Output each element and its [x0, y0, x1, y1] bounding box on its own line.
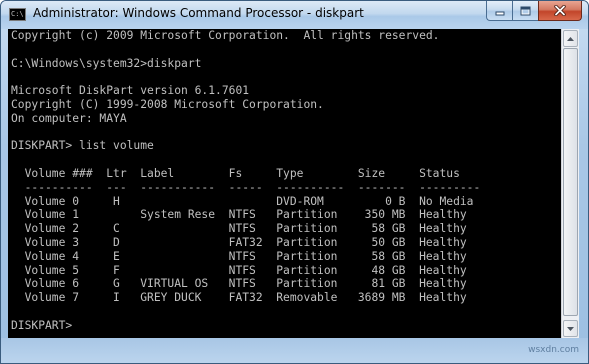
console-line: C:\Windows\system32>diskpart — [11, 56, 202, 70]
console-line — [8, 43, 561, 57]
console-line: Microsoft DiskPart version 6.1.7601 — [11, 84, 250, 98]
minimize-icon — [495, 11, 504, 15]
console-line: On computer: MAYA — [11, 111, 127, 125]
volume-table-header: Volume ### Ltr Label Fs Type Size Status — [11, 166, 460, 180]
console-output-area[interactable]: Copyright (c) 2009 Microsoft Corporation… — [8, 29, 561, 338]
maximize-button[interactable] — [512, 1, 538, 21]
caption-buttons — [486, 1, 582, 21]
console-line — [8, 70, 561, 84]
window-bottom-border — [1, 338, 588, 363]
close-icon — [554, 5, 566, 16]
scroll-down-button[interactable] — [563, 320, 578, 337]
console-line — [8, 126, 561, 140]
arrow-down-icon — [567, 326, 574, 331]
volume-table-row: Volume 1 System Rese NTFS Partition 350 … — [11, 208, 467, 222]
minimize-button[interactable] — [486, 1, 512, 21]
console-line — [8, 305, 561, 319]
volume-table-separator: ---------- --- ----------- ----- -------… — [11, 180, 481, 194]
arrow-up-icon — [567, 36, 574, 41]
close-button[interactable] — [538, 1, 582, 21]
console-line: DISKPART> list volume — [11, 139, 154, 153]
console-app-icon[interactable]: C:\ — [9, 8, 26, 21]
volume-table-row: Volume 5 F NTFS Partition 48 GB Healthy — [11, 263, 467, 277]
volume-table-row: Volume 3 D FAT32 Partition 50 GB Healthy — [11, 235, 467, 249]
vertical-scrollbar[interactable] — [561, 29, 579, 338]
volume-table-row: Volume 6 G VIRTUAL OS NTFS Partition 81 … — [11, 277, 467, 291]
console-line: Copyright (C) 1999-2008 Microsoft Corpor… — [11, 97, 324, 111]
title-bar[interactable]: C:\ Administrator: Windows Command Proce… — [1, 1, 588, 29]
console-line: Copyright (c) 2009 Microsoft Corporation… — [11, 29, 440, 42]
volume-table-row: Volume 7 I GREY DUCK FAT32 Removable 368… — [11, 291, 467, 305]
console-line — [8, 153, 561, 167]
maximize-icon — [520, 6, 531, 15]
command-prompt-line[interactable]: DISKPART> — [8, 319, 561, 333]
volume-table-row: Volume 4 E NTFS Partition 58 GB Healthy — [11, 249, 467, 263]
scroll-up-button[interactable] — [563, 30, 578, 47]
volume-table-row: Volume 2 C NTFS Partition 58 GB Healthy — [11, 222, 467, 236]
watermark-text: wsxdn.com — [528, 345, 579, 355]
volume-table-row: Volume 0 H DVD-ROM 0 B No Media — [11, 194, 474, 208]
window-title: Administrator: Windows Command Processor… — [33, 6, 364, 20]
scrollbar-thumb[interactable] — [563, 48, 578, 316]
command-prompt-window: C:\ Administrator: Windows Command Proce… — [0, 0, 589, 364]
